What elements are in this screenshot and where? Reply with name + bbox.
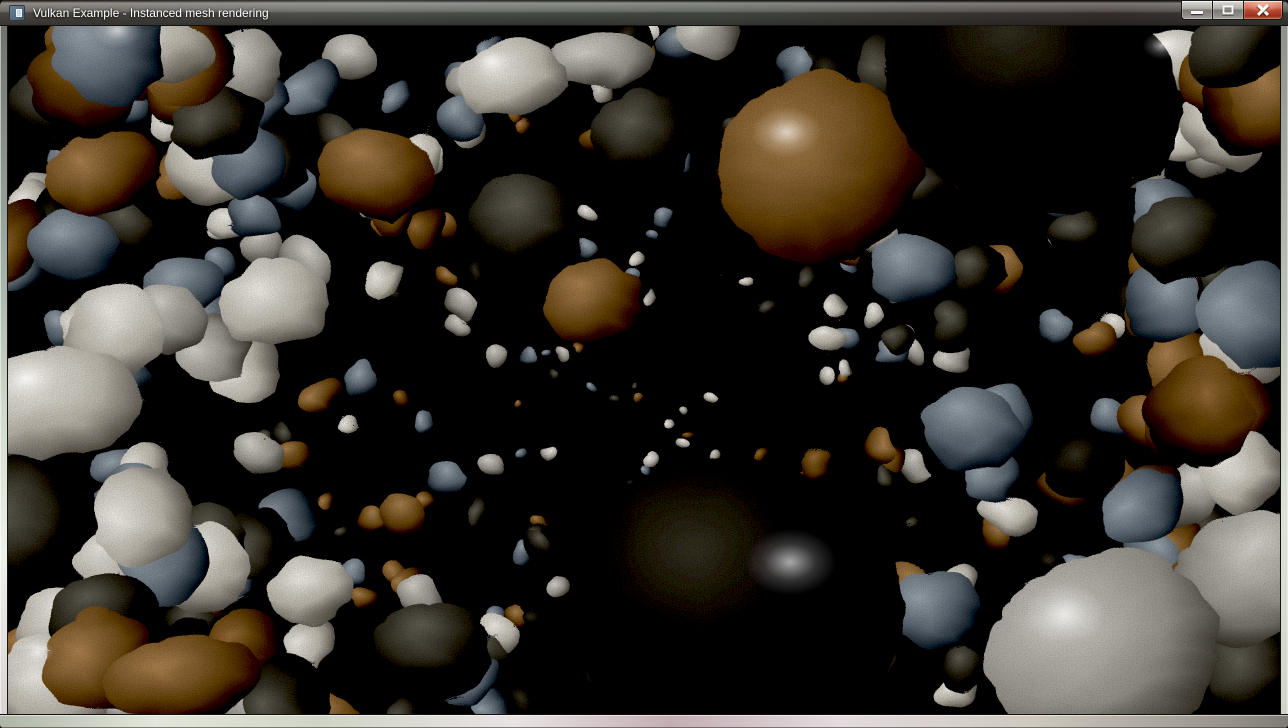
- minimize-button[interactable]: [1181, 1, 1212, 20]
- render-area[interactable]: [8, 26, 1280, 714]
- window-title: Vulkan Example - Instanced mesh renderin…: [33, 6, 269, 20]
- close-button[interactable]: [1243, 1, 1283, 20]
- minimize-icon: [1191, 11, 1203, 14]
- maximize-icon: [1223, 6, 1234, 15]
- app-icon[interactable]: [9, 5, 25, 21]
- window-controls: [1181, 1, 1283, 20]
- window-border-right[interactable]: [1280, 26, 1288, 728]
- close-icon: [1255, 2, 1271, 18]
- window-border-left[interactable]: [0, 26, 8, 728]
- window-border-bottom[interactable]: [0, 714, 1288, 728]
- app-icon-glyph: [16, 9, 22, 17]
- titlebar[interactable]: Vulkan Example - Instanced mesh renderin…: [0, 0, 1288, 26]
- app-window: Vulkan Example - Instanced mesh renderin…: [0, 0, 1288, 728]
- render-viewport[interactable]: [8, 26, 1280, 714]
- maximize-button[interactable]: [1212, 1, 1243, 20]
